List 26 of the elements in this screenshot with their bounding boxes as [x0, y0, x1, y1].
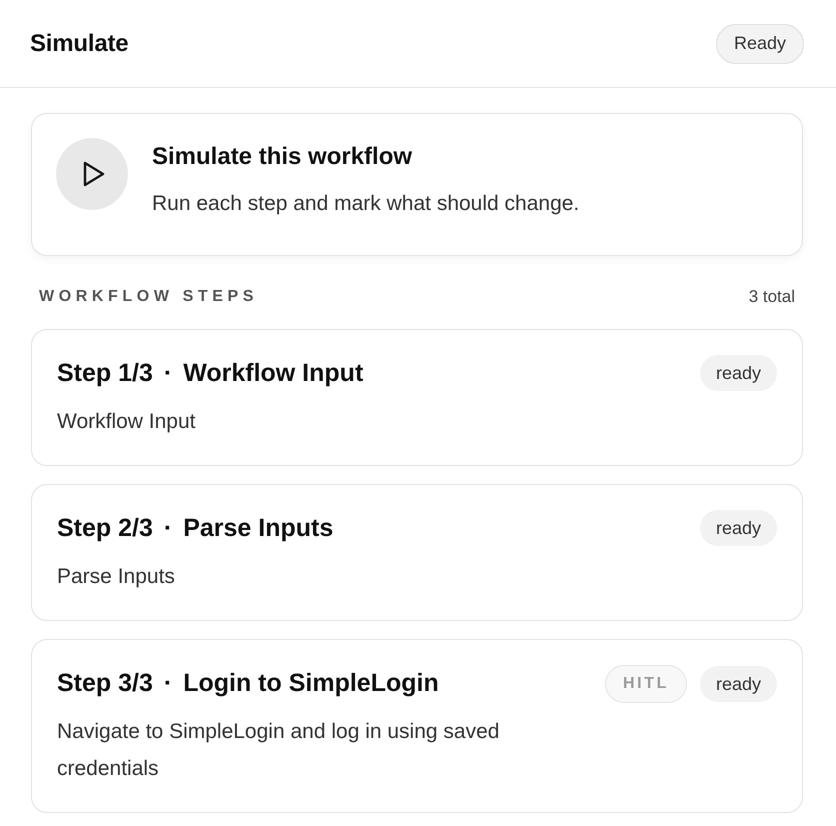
step-name: Workflow Input [183, 358, 364, 388]
step-name: Parse Inputs [183, 514, 334, 542]
step-number: Step 2/3 [57, 514, 153, 542]
card-title: Simulate this workflow [152, 142, 414, 172]
status-pill: Ready [716, 24, 804, 64]
step-card[interactable]: Step 2/3 · Parse Inputs Parse Inputs ready [31, 484, 803, 621]
step-name: Login to SimpleLogin [183, 668, 439, 698]
step-description: Navigate to SimpleLogin and log in using saved credentials [57, 719, 500, 782]
hitl-tag: HITL [605, 665, 687, 703]
step-card[interactable]: Step 3/3 · Login to SimpleLogin Navigate to SimpleLogin and log in using saved credentials HITL ready [31, 639, 803, 813]
play-icon [83, 161, 105, 187]
page-title: Simulate [30, 30, 128, 58]
separator-dot: · [164, 514, 172, 542]
section-label: WORKFLOW STEPS [39, 288, 258, 306]
step-description: Workflow Input [57, 409, 196, 435]
status-badge: ready [700, 510, 777, 546]
step-card[interactable]: Step 1/3 · Workflow Input Workflow Input ready [31, 329, 803, 466]
status-badge: ready [700, 666, 777, 702]
step-number: Step 1/3 [57, 358, 153, 388]
status-badge: ready [700, 355, 777, 391]
separator-dot: · [164, 668, 172, 698]
step-description: Parse Inputs [57, 564, 176, 590]
separator-dot: · [164, 358, 172, 388]
step-count: 3 total [748, 287, 795, 307]
card-description: Run each step and mark what should change. [152, 191, 580, 217]
step-number: Step 3/3 [57, 668, 153, 698]
